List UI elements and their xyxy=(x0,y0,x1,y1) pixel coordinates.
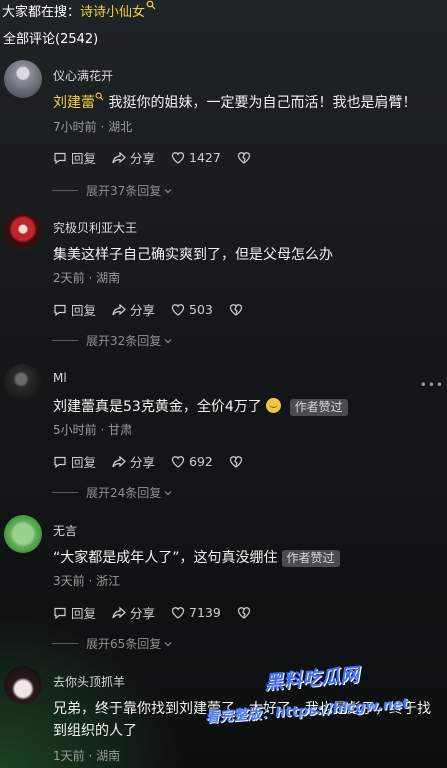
comment-icon xyxy=(54,456,66,468)
avatar[interactable] xyxy=(4,364,42,402)
comment-meta: 3天前 · 浙江 xyxy=(53,574,121,588)
more-options-icon[interactable]: ••• xyxy=(420,378,444,392)
avatar[interactable] xyxy=(4,212,42,250)
expand-replies[interactable]: 展开37条回复 xyxy=(52,182,173,199)
expand-replies[interactable]: 展开24条回复 xyxy=(52,484,173,501)
like-button[interactable]: 1427 xyxy=(171,150,221,165)
comment-text: 刘建蕾 我挺你的姐妹，一定要为自己而活！我也是肩臂！ xyxy=(53,92,441,114)
expand-replies[interactable]: 展开65条回复 xyxy=(52,635,173,652)
dislike-button[interactable] xyxy=(229,303,247,317)
heart-icon xyxy=(171,303,185,316)
share-button[interactable]: 分享 xyxy=(112,148,155,167)
comment-meta: 5小时前 · 甘肃 xyxy=(53,423,133,437)
reply-button[interactable]: 回复 xyxy=(53,603,96,622)
comment-icon xyxy=(54,304,66,316)
share-icon xyxy=(112,151,126,163)
heart-icon xyxy=(171,455,185,468)
avatar[interactable] xyxy=(4,60,42,98)
mention-link[interactable]: 刘建蕾 xyxy=(53,95,95,111)
dislike-button[interactable] xyxy=(237,606,255,620)
share-button[interactable]: 分享 xyxy=(112,452,155,471)
broken-heart-icon xyxy=(237,151,250,164)
avatar[interactable] xyxy=(4,666,42,704)
comment-icon xyxy=(54,152,66,164)
share-button[interactable]: 分享 xyxy=(112,300,155,319)
like-button[interactable]: 503 xyxy=(171,302,213,317)
dislike-button[interactable] xyxy=(237,151,255,165)
hot-search-label: 大家都在搜： xyxy=(2,5,81,20)
comment-username[interactable]: Ml xyxy=(53,371,67,385)
share-icon xyxy=(112,606,126,618)
watermark-logo: 黑料吃瓜网 xyxy=(263,663,360,695)
comment-text: 集美这样子自己确实爽到了，但是父母怎么办 xyxy=(53,247,333,263)
dislike-button[interactable] xyxy=(229,455,247,469)
comment-meta: 1天前 · 湖南 xyxy=(53,749,121,763)
author-liked-badge: 作者赞过 xyxy=(281,550,340,567)
heart-icon xyxy=(171,606,185,619)
chevron-down-icon xyxy=(164,490,172,495)
search-icon xyxy=(146,0,156,10)
comment-meta: 2天前 · 湖南 xyxy=(53,271,121,285)
reply-button[interactable]: 回复 xyxy=(53,300,96,319)
share-icon xyxy=(112,455,126,467)
comment-count: 全部评论(2542) xyxy=(3,32,99,47)
comment-meta: 7小时前 · 湖北 xyxy=(53,120,133,134)
broken-heart-icon xyxy=(237,606,250,619)
reply-button[interactable]: 回复 xyxy=(53,452,96,471)
share-button[interactable]: 分享 xyxy=(112,603,155,622)
author-liked-badge: 作者赞过 xyxy=(289,399,348,416)
heart-icon xyxy=(171,151,185,164)
chevron-down-icon xyxy=(164,188,172,193)
expand-replies[interactable]: 展开32条回复 xyxy=(52,332,173,349)
like-button[interactable]: 692 xyxy=(171,454,213,469)
hot-search-term[interactable]: 诗诗小仙女 xyxy=(80,5,145,20)
comment-text: 刘建蕾真是53克黄金，全价4万了 作者赞过 xyxy=(53,396,441,418)
smile-emoji-icon xyxy=(266,398,282,413)
reply-button[interactable]: 回复 xyxy=(53,148,96,167)
avatar[interactable] xyxy=(4,515,42,553)
comment-icon xyxy=(54,607,66,619)
comment-text: “大家都是成年人了”，这句真没绷住 作者赞过 xyxy=(53,547,441,569)
comment-username[interactable]: 究极贝利亚大王 xyxy=(53,219,137,236)
chevron-down-icon xyxy=(164,641,172,646)
broken-heart-icon xyxy=(229,303,242,316)
hot-search-bar[interactable]: 大家都在搜：诗诗小仙女 xyxy=(0,0,447,22)
like-button[interactable]: 7139 xyxy=(171,605,221,620)
comment-username[interactable]: 去你头顶抓羊 xyxy=(53,673,125,690)
search-icon xyxy=(95,92,104,101)
comment-username[interactable]: 无言 xyxy=(53,522,77,539)
broken-heart-icon xyxy=(229,455,242,468)
chevron-down-icon xyxy=(164,338,172,343)
share-icon xyxy=(112,303,126,315)
comment-username[interactable]: 仪心满花开 xyxy=(53,67,113,84)
